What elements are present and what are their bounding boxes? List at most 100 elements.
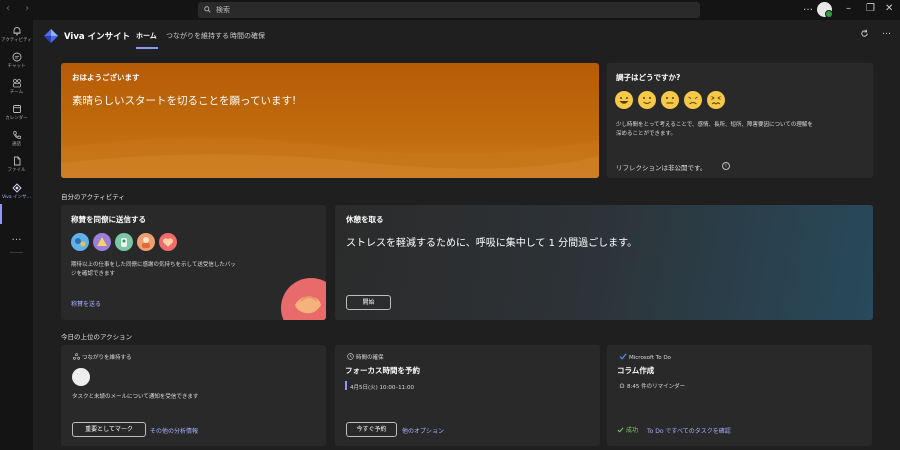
praise-badges	[71, 233, 181, 252]
teams-icon	[12, 79, 21, 88]
action-category-label: つながりを維持する	[82, 355, 132, 361]
rail-divider	[10, 252, 23, 253]
user-avatar[interactable]	[817, 2, 833, 18]
task-title: コラム作成	[617, 366, 655, 375]
restore-button[interactable]: ❐	[866, 3, 875, 14]
rail-item-activity[interactable]: アクティビティ	[0, 26, 33, 43]
app-title: Viva インサイト	[64, 32, 131, 42]
very-sad-face-icon[interactable]	[707, 91, 725, 109]
happy-face-icon[interactable]	[638, 91, 656, 109]
people-network-icon	[73, 353, 80, 360]
send-praise-card: 称賛を同僚に送信する 期待以上の仕事をした同僚に感謝の気持ちを示して送受信したバ…	[61, 205, 326, 320]
task-reminder-label: 8:45 件のリマインダー	[627, 384, 686, 390]
action-category: Microsoft To Do	[619, 353, 671, 361]
header-more-button[interactable]: …	[882, 27, 891, 37]
title-bar: ‹ › 検索 … – ❐ ✕	[0, 0, 900, 20]
microsoft-todo-card: Microsoft To Do コラム作成 8:45 件のリマインダー 成功 T…	[607, 345, 872, 446]
mood-faces	[615, 91, 730, 110]
chat-icon	[12, 52, 21, 62]
rail-label: チーム	[9, 90, 24, 95]
checkmark-icon	[617, 427, 624, 433]
rail-item-calendar[interactable]: カレンダー	[0, 104, 33, 121]
time-slot-bar	[345, 381, 347, 390]
task-status-label: 成功	[626, 427, 639, 434]
tab-stay-connected[interactable]: つながりを維持する	[166, 31, 229, 41]
view-all-tasks-link[interactable]: To Do ですべてのタスクを確認	[647, 426, 731, 435]
stay-connected-card: つながりを維持する タスクと未読のメールについて通知を受信できます 重要としてマ…	[61, 345, 326, 446]
more-options-button[interactable]: …	[803, 2, 813, 13]
phone-icon	[12, 131, 21, 139]
more-insights-link[interactable]: その他の分析情報	[150, 426, 198, 435]
task-reminder: 8:45 件のリマインダー	[619, 382, 685, 390]
mark-important-button[interactable]: 重要としてマーク	[72, 422, 146, 437]
break-title: 休憩を取る	[346, 215, 384, 224]
take-a-break-card: 休憩を取る ストレスを軽減するために、呼吸に集中して 1 分間過ごします。 開始	[335, 205, 873, 320]
book-now-button[interactable]: 今すぐ予約	[346, 422, 397, 437]
mood-reflection-card: 調子はどうですか? 少し時間をとって考えることで、感情、長所、短所、障害要因につ…	[607, 63, 873, 178]
viva-insights-logo-icon	[44, 29, 58, 43]
start-break-button[interactable]: 開始	[346, 295, 391, 310]
badge-icon	[137, 233, 155, 251]
task-status: 成功	[617, 425, 638, 434]
todo-check-icon	[619, 353, 627, 360]
back-forward-arrows[interactable]: ‹ ›	[6, 3, 35, 14]
rail-item-viva-insights[interactable]: Viva インサ…	[0, 183, 33, 200]
search-icon	[204, 6, 211, 13]
minimize-button[interactable]: –	[846, 3, 851, 14]
rail-label: 通話	[12, 142, 21, 147]
neutral-face-icon[interactable]	[661, 91, 679, 109]
avatar	[72, 368, 90, 386]
active-tab-indicator	[136, 47, 158, 49]
refresh-icon[interactable]	[860, 29, 869, 38]
actions-section-title: 今日の上位のアクション	[61, 333, 133, 341]
calendar-icon	[12, 105, 21, 113]
mood-private-note: リフレクションは非公開です。	[616, 164, 707, 172]
greeting-background-wave	[61, 137, 599, 178]
greeting-message: 素晴らしいスタートを切ることを願っています!	[72, 95, 297, 107]
app-header: Viva インサイト ホーム つながりを維持する 時間の確保 …	[33, 20, 900, 50]
action-description: タスクと未読のメールについて通知を受信できます	[72, 394, 199, 400]
search-placeholder: 検索	[216, 6, 230, 14]
mood-title: 調子はどうですか?	[616, 73, 681, 82]
sad-face-icon[interactable]	[684, 91, 702, 109]
rail-more-apps-button[interactable]: …	[0, 232, 33, 243]
protect-time-card: 時間の確保 フォーカス時間を予約 4月5日(火) 10:00–11:00 今すぐ…	[335, 345, 600, 446]
rail-label: Viva インサ…	[1, 195, 32, 200]
praise-description: 期待以上の仕事をした同僚に感謝の気持ちを示して送受信したバッジを確認できます	[71, 262, 236, 277]
badge-icon	[115, 233, 133, 251]
rail-label: アクティビティ	[1, 38, 32, 43]
focus-time-title: フォーカス時間を予約	[345, 366, 420, 375]
break-message: ストレスを軽減するために、呼吸に集中して 1 分間過ごします。	[346, 238, 638, 249]
rail-label: ファイル	[7, 168, 26, 173]
rail-item-chat[interactable]: チャット	[0, 52, 33, 69]
tab-home[interactable]: ホーム	[136, 31, 157, 41]
rail-item-calls[interactable]: 通話	[0, 130, 33, 147]
action-category: 時間の確保	[347, 353, 384, 361]
greeting-title: おはようございます	[72, 73, 140, 82]
search-box[interactable]: 検索	[198, 2, 700, 18]
focus-time-slot: 4月5日(火) 10:00–11:00	[350, 385, 414, 391]
action-category-label: Microsoft To Do	[629, 355, 671, 361]
badge-icon	[71, 233, 89, 251]
other-options-link[interactable]: 他のオプション	[402, 426, 444, 435]
file-icon	[13, 156, 20, 166]
action-category: つながりを維持する	[73, 353, 132, 361]
praise-title: 称賛を同僚に送信する	[71, 215, 146, 224]
rail-label: カレンダー	[5, 116, 28, 121]
close-button[interactable]: ✕	[885, 3, 893, 14]
info-icon[interactable]: i	[722, 162, 730, 170]
left-rail: アクティビティ チャット チーム カレンダー 通話 ファイル Viva インサ……	[0, 20, 33, 450]
clock-icon	[347, 353, 354, 360]
send-praise-link[interactable]: 称賛を送る	[71, 299, 101, 308]
bell-icon	[13, 27, 20, 36]
action-category-label: 時間の確保	[356, 355, 384, 361]
very-happy-face-icon[interactable]	[615, 91, 633, 109]
viva-insights-icon	[11, 183, 22, 193]
rail-item-files[interactable]: ファイル	[0, 156, 33, 173]
rail-label: チャット	[7, 64, 26, 69]
greeting-card: おはようございます 素晴らしいスタートを切ることを願っています!	[61, 63, 599, 178]
praise-hands-illustration	[281, 278, 326, 320]
rail-item-teams[interactable]: チーム	[0, 78, 33, 95]
tab-protect-time[interactable]: 時間の確保	[230, 31, 265, 41]
mood-description: 少し時間をとって考えることで、感情、長所、短所、障害要因についての理解を深めるこ…	[616, 122, 813, 137]
